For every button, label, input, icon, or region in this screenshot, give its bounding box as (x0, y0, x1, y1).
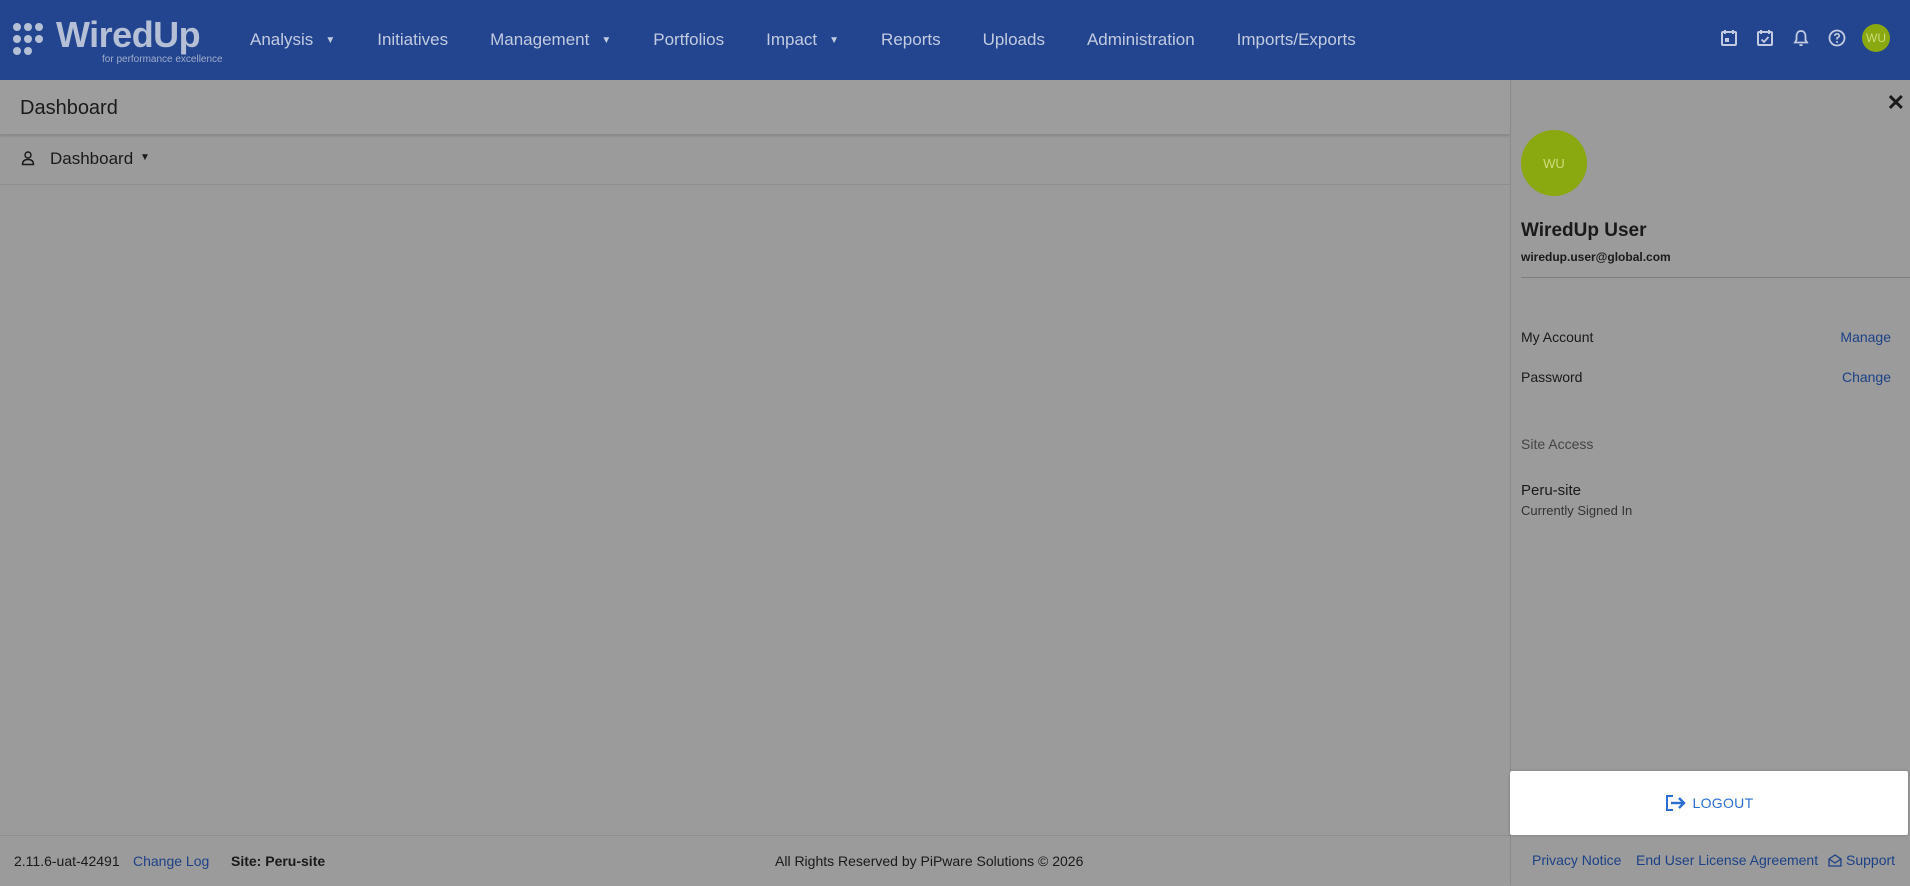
nav-uploads[interactable]: Uploads (983, 30, 1045, 50)
nav-label: Analysis (250, 30, 314, 49)
avatar: WU (1521, 130, 1587, 196)
site-label: Site: Peru-site (231, 853, 326, 869)
caret-down-icon: ▼ (601, 34, 612, 46)
support-link[interactable]: Support (1846, 852, 1895, 868)
nav-management[interactable]: Management ▼ (490, 30, 611, 50)
logout-icon (1665, 795, 1686, 811)
password-label: Password (1521, 369, 1583, 385)
my-account-label: My Account (1521, 329, 1594, 345)
main-nav: Analysis ▼ Initiatives Management ▼ Portfo… (250, 0, 1398, 80)
nav-label: Uploads (982, 30, 1045, 49)
brand-tagline: for performance excellence (102, 54, 223, 65)
copyright-text: All Rights Reserved by PiPware Solutions… (775, 853, 1084, 869)
footer-links: Privacy Notice End User License Agreemen… (1510, 835, 1910, 885)
nav-label: Management (490, 30, 590, 49)
user-email: wiredup.user@global.com (1521, 250, 1671, 264)
nav-icon-bar: WU (1704, 24, 1890, 52)
close-icon[interactable]: ✕ (1887, 90, 1905, 116)
caret-down-icon[interactable]: ▼ (140, 152, 150, 163)
bell-icon[interactable] (1790, 27, 1812, 49)
site-name: Peru-site (1521, 482, 1582, 499)
brand-name: WiredUp (56, 14, 201, 55)
nav-initiatives[interactable]: Initiatives (377, 30, 448, 50)
brand-logo[interactable]: WiredUp for performance excellence (12, 14, 223, 66)
caret-down-icon: ▼ (829, 34, 840, 46)
logout-button[interactable]: LOGOUT (1510, 771, 1908, 835)
user-panel: ✕ WU WiredUp User wiredup.user@global.co… (1510, 80, 1910, 885)
dashboard-content (0, 185, 1510, 835)
nav-portfolios[interactable]: Portfolios (653, 30, 724, 50)
logo-dots-icon (13, 23, 43, 55)
footer: 2.11.6-uat-42491 Change Log Site: Peru-s… (0, 835, 1510, 886)
nav-reports[interactable]: Reports (881, 30, 941, 50)
nav-label: Reports (881, 30, 941, 49)
nav-label: Initiatives (377, 30, 449, 49)
manage-account-link[interactable]: Manage (1840, 329, 1891, 345)
calendar-check-icon[interactable] (1754, 27, 1776, 49)
page-title: Dashboard (20, 97, 118, 119)
support-icon[interactable] (1828, 853, 1842, 870)
top-navbar: WiredUp for performance excellence Analy… (0, 0, 1910, 80)
caret-down-icon: ▼ (325, 34, 336, 46)
person-icon (20, 150, 36, 171)
eula-link[interactable]: End User License Agreement (1636, 852, 1818, 868)
change-password-link[interactable]: Change (1842, 369, 1891, 385)
nav-label: Administration (1086, 30, 1195, 49)
nav-administration[interactable]: Administration (1087, 30, 1195, 50)
nav-analysis[interactable]: Analysis ▼ (250, 30, 335, 50)
change-log-link[interactable]: Change Log (133, 853, 209, 869)
nav-label: Imports/Exports (1236, 30, 1356, 49)
user-avatar-button[interactable]: WU (1862, 24, 1890, 52)
site-status: Currently Signed In (1521, 503, 1633, 518)
privacy-notice-link[interactable]: Privacy Notice (1532, 852, 1621, 868)
nav-label: Impact (766, 30, 818, 49)
site-access-heading: Site Access (1521, 436, 1594, 452)
help-icon[interactable] (1826, 27, 1848, 49)
divider (1521, 277, 1910, 278)
user-name: WiredUp User (1521, 220, 1647, 241)
calendar-icon[interactable] (1718, 27, 1740, 49)
version-label: 2.11.6-uat-42491 (14, 853, 120, 869)
nav-impact[interactable]: Impact ▼ (766, 30, 839, 50)
dashboard-toolbar: Dashboard ▼ (0, 135, 1510, 185)
logout-label: LOGOUT (1692, 795, 1754, 811)
nav-imports-exports[interactable]: Imports/Exports (1237, 30, 1356, 50)
nav-label: Portfolios (653, 30, 725, 49)
dashboard-selector[interactable]: Dashboard (50, 149, 133, 169)
page-header: Dashboard (0, 80, 1510, 135)
